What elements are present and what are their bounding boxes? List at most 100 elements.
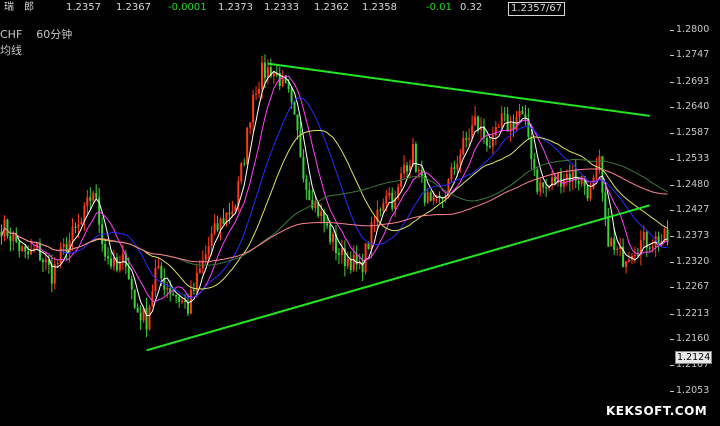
candle-body: [92, 192, 95, 201]
candle-body: [207, 246, 210, 255]
candle-body: [349, 258, 352, 271]
y-tick-label: 1.2427: [676, 204, 710, 216]
candle-body: [625, 261, 628, 268]
chart-window: 瑞 郎 1.2357 1.2367 -0.0001 1.2373 1.2333 …: [0, 0, 720, 426]
candle-body: [181, 300, 184, 302]
y-tick-mark: [670, 236, 674, 238]
candle-body: [450, 167, 453, 180]
y-tick-mark: [670, 107, 674, 109]
quote-amplitude: 0.32: [460, 2, 483, 13]
candle-body: [104, 244, 107, 257]
candle-body: [539, 182, 542, 192]
candle-body: [491, 135, 494, 147]
candle-body: [385, 195, 388, 204]
candle-body: [27, 251, 30, 255]
candle-body: [577, 180, 580, 184]
candle-body: [352, 254, 355, 271]
candle-body: [240, 163, 243, 182]
candle-body: [86, 197, 89, 206]
y-tick-label: 1.2533: [676, 152, 710, 164]
candle-body: [642, 231, 645, 241]
candle-body: [178, 296, 181, 302]
candle-body: [604, 192, 607, 219]
candle-body: [497, 126, 500, 128]
candle-body: [429, 192, 432, 201]
candle-body: [216, 223, 219, 231]
y-tick-label: 1.2480: [676, 178, 710, 190]
y-tick-label: 1.2053: [676, 384, 710, 396]
y-tick-mark: [670, 184, 674, 186]
candle-body: [648, 247, 651, 249]
quote-high: 1.2367: [116, 2, 151, 13]
candle-body: [379, 209, 382, 211]
candle-body: [110, 258, 113, 267]
candle-body: [272, 72, 275, 77]
candle-body: [595, 165, 598, 178]
candle-body: [545, 187, 548, 189]
quote-bar: 瑞 郎 1.2357 1.2367 -0.0001 1.2373 1.2333 …: [0, 0, 720, 16]
candle-body: [210, 233, 213, 247]
candle-body: [530, 136, 533, 160]
candle-body: [195, 272, 198, 291]
y-tick-mark: [670, 390, 674, 392]
candle-body: [586, 186, 589, 199]
candle-body: [432, 196, 435, 201]
candle-body: [198, 268, 201, 273]
candle-body: [130, 278, 133, 290]
y-tick-label: 1.2320: [676, 255, 710, 267]
candle-body: [148, 306, 151, 330]
candle-body: [474, 116, 477, 126]
y-tick-mark: [670, 55, 674, 57]
y-tick-mark: [670, 210, 674, 212]
candle-body: [192, 289, 195, 291]
candle-body: [346, 258, 349, 267]
candle-body: [9, 236, 12, 241]
candle-body: [80, 221, 83, 225]
candle-body: [107, 256, 110, 259]
candle-body: [252, 94, 255, 123]
candle-body: [186, 302, 189, 314]
price-axis: 1.2800 1.2747 1.2693 1.2640 1.2587 1.2533 1.24…: [670, 16, 720, 426]
candle-body: [204, 254, 207, 261]
candle-body: [411, 143, 414, 166]
candle-body: [59, 247, 62, 264]
candle-body: [166, 288, 169, 290]
candle-body: [24, 246, 27, 252]
candle-body: [44, 259, 47, 263]
watermark: KEKSOFT.COM: [606, 404, 708, 418]
candle-body: [139, 312, 142, 321]
quote-open: 1.2357: [66, 2, 101, 13]
candle-body: [488, 145, 491, 147]
candle-body: [536, 169, 539, 192]
candle-body: [613, 238, 616, 250]
candle-body: [246, 127, 249, 164]
candle-body: [651, 246, 654, 249]
candle-body: [65, 244, 68, 254]
y-tick-label: 1.2693: [676, 75, 710, 87]
y-tick-label: 1.2373: [676, 230, 710, 242]
instrument-name: 瑞 郎: [4, 2, 34, 13]
candle-body: [228, 212, 231, 215]
y-tick-label: 1.2587: [676, 126, 710, 138]
candle-body: [542, 182, 545, 188]
candle-body: [243, 163, 246, 165]
y-tick-label: 1.2160: [676, 333, 710, 345]
chart-symbol-period: CHF 60分钟: [0, 26, 72, 42]
y-tick-label: 1.2640: [676, 101, 710, 113]
candle-body: [465, 138, 468, 140]
candle-body: [157, 265, 160, 268]
candle-body: [89, 197, 92, 201]
candle-body: [160, 265, 163, 279]
quote-bid: 1.2358: [362, 2, 397, 13]
candle-body: [302, 157, 305, 180]
current-price-marker: 1.2124: [675, 350, 713, 364]
y-tick-mark: [670, 29, 674, 31]
moving-average-20: [1, 97, 668, 299]
candle-body: [456, 163, 459, 169]
chart-symbol: CHF: [0, 28, 23, 41]
candle-body: [133, 289, 136, 308]
candle-body: [388, 192, 391, 196]
y-tick-mark: [670, 81, 674, 83]
candle-body: [172, 293, 175, 295]
y-tick-mark: [670, 132, 674, 134]
